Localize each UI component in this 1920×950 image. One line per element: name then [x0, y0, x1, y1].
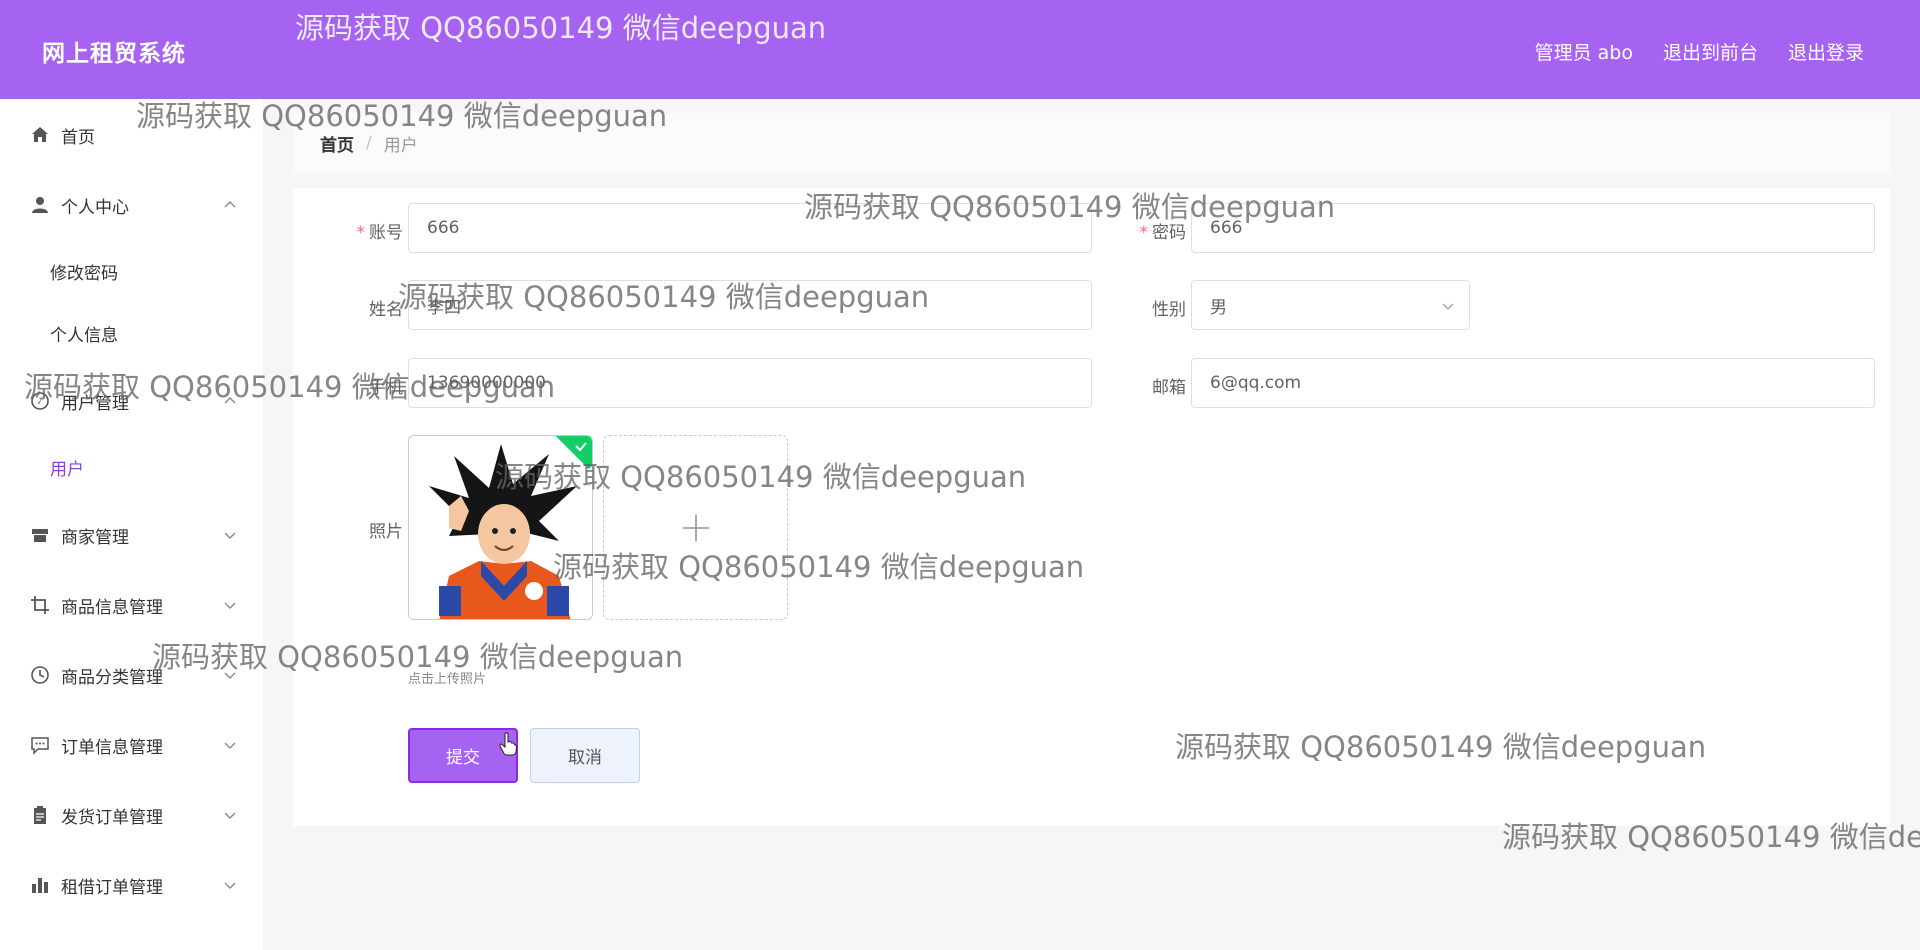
plus-icon — [604, 436, 787, 619]
clipboard-icon — [29, 804, 51, 826]
sidebar-item-label: 用户 — [50, 459, 84, 480]
top-links: 管理员 abo 退出到前台 退出登录 — [1535, 38, 1864, 65]
sidebar-item-shipping-order-management[interactable]: 发货订单管理 — [0, 787, 263, 843]
sidebar-item-personal-info[interactable]: 个人信息 — [0, 308, 263, 358]
chevron-down-icon — [1441, 298, 1455, 312]
password-input[interactable]: 666 — [1191, 203, 1875, 253]
password-label: * 密码 — [1139, 223, 1187, 243]
gender-label: 性别 — [1152, 300, 1186, 320]
cancel-button[interactable]: 取消 — [530, 728, 640, 783]
sidebar-item-merchant-management[interactable]: 商家管理 — [0, 507, 263, 563]
clock-icon — [29, 664, 51, 686]
user-icon — [29, 194, 51, 216]
chevron-down-icon — [223, 597, 237, 611]
upload-trigger[interactable] — [603, 435, 788, 620]
sidebar-item-label: 首页 — [61, 127, 95, 148]
bar-chart-icon — [29, 874, 51, 896]
breadcrumb: 首页 / 用户 — [293, 113, 1890, 173]
uploaded-photo[interactable] — [408, 435, 593, 620]
upload-tip: 点击上传照片 — [408, 672, 487, 687]
exit-to-frontend-link[interactable]: 退出到前台 — [1663, 38, 1758, 65]
top-bar: 网上租贸系统 管理员 abo 退出到前台 退出登录 — [0, 0, 1920, 99]
sidebar-item-category-management[interactable]: 商品分类管理 — [0, 647, 263, 703]
compass-icon — [29, 390, 51, 412]
sidebar-item-user[interactable]: 用户 — [0, 442, 263, 492]
breadcrumb-home[interactable]: 首页 — [320, 131, 354, 156]
brand-title: 网上租贸系统 — [42, 41, 186, 67]
email-label: 邮箱 — [1152, 378, 1186, 398]
home-icon — [29, 124, 51, 146]
sidebar-item-label: 发货订单管理 — [61, 807, 163, 828]
sidebar-item-label: 订单信息管理 — [61, 737, 163, 758]
user-form-panel: * 账号 666 * 密码 666 姓名 李四 性别 男 手机 1369000000… — [293, 188, 1890, 826]
chevron-up-icon — [223, 197, 237, 211]
account-label: * 账号 — [356, 223, 404, 243]
check-icon — [575, 442, 587, 452]
sidebar-item-rental-order-management[interactable]: 租借订单管理 — [0, 857, 263, 913]
sidebar-item-order-info-management[interactable]: 订单信息管理 — [0, 717, 263, 773]
sidebar-item-label: 商品分类管理 — [61, 667, 163, 688]
sidebar-item-label: 个人中心 — [61, 197, 129, 218]
sidebar-item-user-management[interactable]: 用户管理 — [0, 373, 263, 429]
shop-icon — [29, 524, 51, 546]
crop-icon — [29, 594, 51, 616]
gender-select[interactable]: 男 — [1191, 280, 1470, 330]
logout-link[interactable]: 退出登录 — [1788, 38, 1864, 65]
breadcrumb-current: 用户 — [383, 135, 418, 156]
required-mark: * — [1139, 223, 1149, 243]
sidebar-item-label: 个人信息 — [50, 325, 118, 346]
account-input[interactable]: 666 — [408, 203, 1092, 253]
name-input[interactable]: 李四 — [408, 280, 1092, 330]
sidebar-item-label: 用户管理 — [61, 393, 129, 414]
sidebar-item-product-info-management[interactable]: 商品信息管理 — [0, 577, 263, 633]
required-mark: * — [356, 223, 366, 243]
sidebar-item-personal-center[interactable]: 个人中心 — [0, 177, 263, 233]
admin-user-link[interactable]: 管理员 abo — [1535, 38, 1633, 65]
phone-label: 手机 — [369, 378, 403, 398]
sidebar-item-label: 修改密码 — [50, 263, 118, 284]
sidebar-item-label: 租借订单管理 — [61, 877, 163, 898]
photo-label: 照片 — [369, 522, 403, 542]
chevron-up-icon — [223, 393, 237, 407]
sidebar-item-label: 商家管理 — [61, 527, 129, 548]
sidebar-item-change-password[interactable]: 修改密码 — [0, 246, 263, 296]
name-label: 姓名 — [369, 300, 403, 320]
phone-input[interactable]: 13690000000 — [408, 358, 1092, 408]
photo-thumbnail — [409, 436, 592, 619]
chevron-down-icon — [223, 527, 237, 541]
sidebar-item-label: 商品信息管理 — [61, 597, 163, 618]
chat-icon — [29, 734, 51, 756]
chevron-down-icon — [223, 877, 237, 891]
breadcrumb-separator: / — [366, 133, 372, 153]
sidebar-item-home[interactable]: 首页 — [0, 107, 263, 163]
hand-cursor-icon — [499, 732, 517, 756]
chevron-down-icon — [223, 737, 237, 751]
sidebar: 首页 个人中心 修改密码 个人信息 用户管理 用户 商家管理 商品信息管理 商品… — [0, 99, 263, 950]
chevron-down-icon — [223, 807, 237, 821]
chevron-down-icon — [223, 667, 237, 681]
email-input[interactable]: 6@qq.com — [1191, 358, 1875, 408]
